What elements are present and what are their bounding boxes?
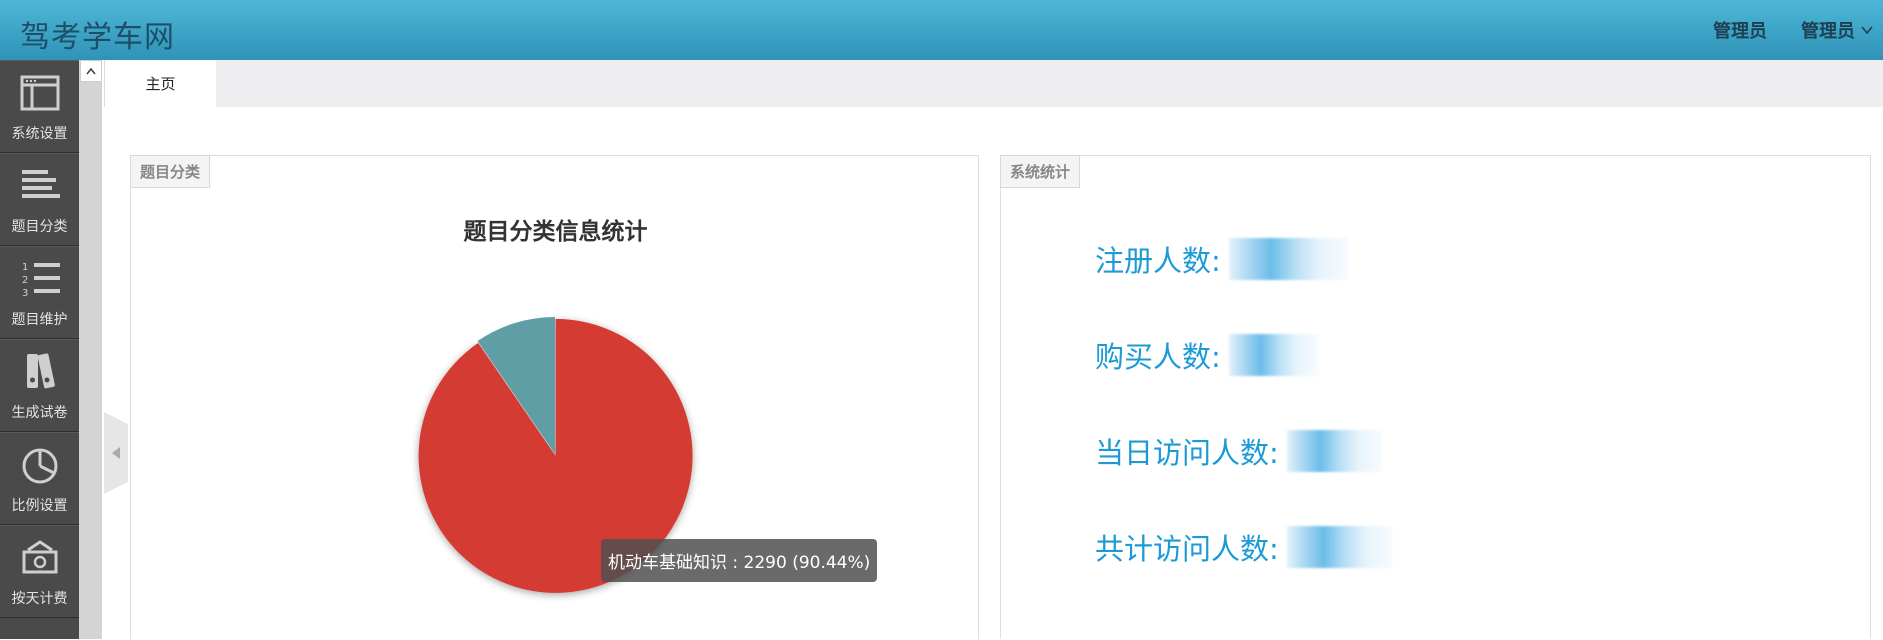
user-name: 管理员 <box>1801 21 1855 42</box>
binders-icon <box>26 353 55 389</box>
stat-registered: 注册人数: <box>1095 238 1349 280</box>
stat-value-obscured <box>1286 526 1392 568</box>
align-left-icon <box>21 170 60 198</box>
stat-value-obscured <box>1228 334 1319 376</box>
category-panel: 题目分类 题目分类信息统计 机动车基础知识 : 2290 (90.44%) <box>130 155 979 639</box>
app-title: 驾考学车网 <box>20 20 175 55</box>
sidebar-item-label: 比例设置 <box>11 498 68 514</box>
chart-tooltip: 机动车基础知识 : 2290 (90.44%) <box>601 539 878 582</box>
stat-value-obscured <box>1286 430 1382 472</box>
money-icon <box>22 540 57 574</box>
stat-purchased: 购买人数: <box>1095 334 1319 376</box>
chevron-left-icon <box>112 447 120 459</box>
sidebar-item-generate-paper[interactable]: 生成试卷 <box>0 339 79 432</box>
stats-panel: 系统统计 注册人数: 购买人数: 当日访问人数: 共计访问人数: <box>1000 155 1871 639</box>
top-header: 驾考学车网 管理员 管理员 <box>0 0 1883 60</box>
sidebar-collapse-handle[interactable] <box>104 412 128 494</box>
ordered-list-icon: 1 2 3 <box>22 262 60 299</box>
sidebar: 系统设置 题目分类 1 2 3 题目维护 生成试卷 比例设置 按天计费 <box>0 60 79 639</box>
svg-text:2: 2 <box>22 275 28 286</box>
chevron-down-icon <box>1861 26 1873 35</box>
svg-text:3: 3 <box>22 288 28 299</box>
sidebar-item-system-settings[interactable]: 系统设置 <box>0 60 79 153</box>
stat-label: 购买人数: <box>1095 340 1221 374</box>
sidebar-item-label: 题目分类 <box>11 219 68 235</box>
header-right: 管理员 管理员 <box>1713 0 1883 60</box>
tab-bar: 主页 <box>104 60 1883 107</box>
sidebar-item-category[interactable]: 题目分类 <box>0 153 79 246</box>
scroll-up-button[interactable] <box>80 60 102 82</box>
user-menu[interactable]: 管理员 <box>1801 17 1873 43</box>
sidebar-item-ratio-settings[interactable]: 比例设置 <box>0 432 79 525</box>
stat-label: 注册人数: <box>1095 244 1221 278</box>
sidebar-item-label: 按天计费 <box>11 591 68 607</box>
stat-label: 当日访问人数: <box>1095 436 1279 470</box>
svg-text:1: 1 <box>22 262 28 273</box>
tab-home[interactable]: 主页 <box>104 60 216 107</box>
sidebar-item-daily-billing[interactable]: 按天计费 <box>0 525 79 618</box>
sidebar-item-label: 题目维护 <box>11 312 68 328</box>
sidebar-item-label: 系统设置 <box>11 126 68 142</box>
stat-today-visits: 当日访问人数: <box>1095 430 1382 472</box>
sidebar-scroll-track[interactable] <box>79 60 102 639</box>
admin-link[interactable]: 管理员 <box>1713 17 1767 43</box>
stat-total-visits: 共计访问人数: <box>1095 526 1392 568</box>
panel-tag-stats: 系统统计 <box>1000 155 1081 188</box>
window-icon <box>20 75 59 111</box>
stat-value-obscured <box>1228 238 1349 280</box>
chevron-up-icon <box>86 67 96 75</box>
sidebar-item-questions[interactable]: 1 2 3 题目维护 <box>0 246 79 339</box>
pie-icon <box>22 448 57 484</box>
sidebar-item-label: 生成试卷 <box>11 405 68 421</box>
stat-label: 共计访问人数: <box>1095 532 1279 566</box>
